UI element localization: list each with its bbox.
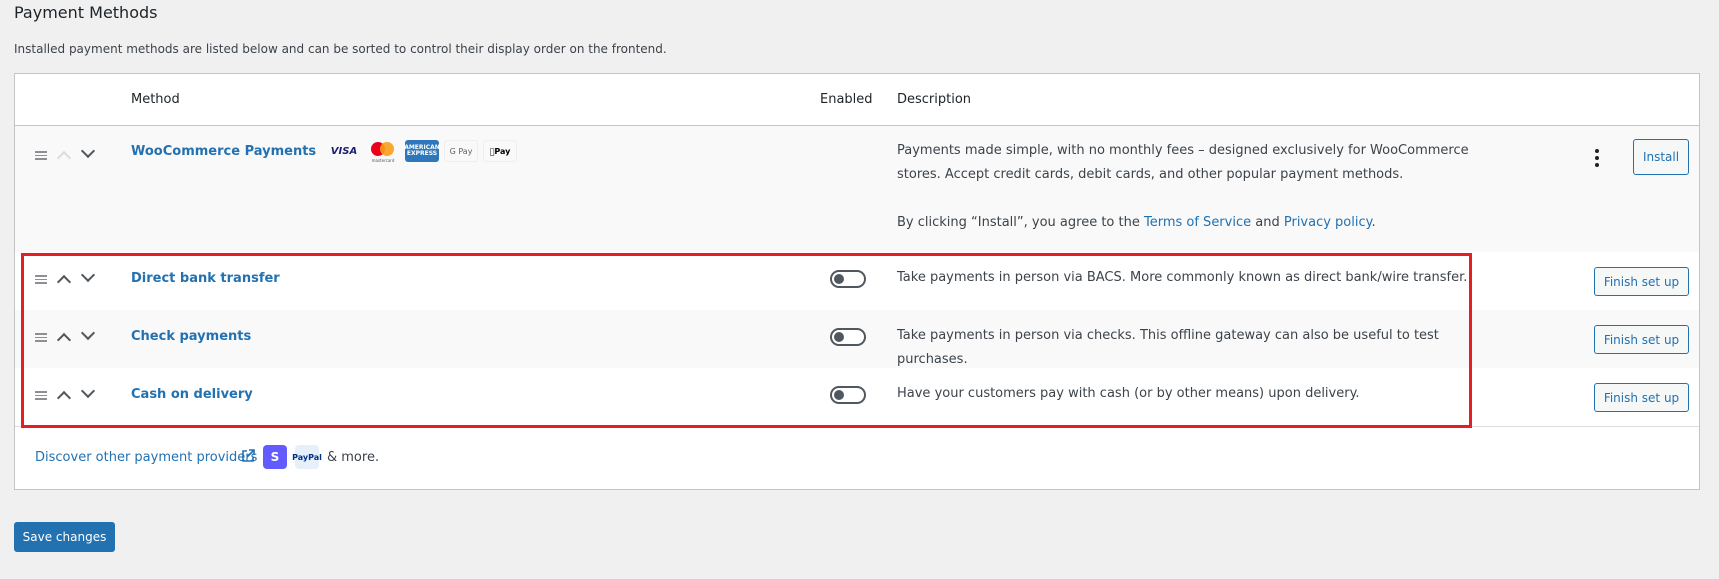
move-down-icon[interactable] bbox=[80, 325, 96, 341]
method-description: Take payments in person via checks. This… bbox=[897, 328, 1439, 367]
method-link-cash-on-delivery[interactable]: Cash on delivery bbox=[131, 387, 253, 402]
move-up-icon[interactable] bbox=[56, 390, 72, 406]
more-options-icon[interactable] bbox=[1595, 149, 1599, 170]
terms-of-service-link[interactable]: Terms of Service bbox=[1144, 215, 1251, 230]
agree-prefix: By clicking “Install”, you agree to the bbox=[897, 215, 1140, 230]
stripe-icon: S bbox=[263, 445, 287, 469]
drag-handle-icon[interactable] bbox=[35, 149, 47, 162]
drag-handle-icon[interactable] bbox=[35, 273, 47, 286]
finish-set-up-button[interactable]: Finish set up bbox=[1594, 383, 1689, 412]
external-link-icon[interactable] bbox=[241, 449, 255, 463]
paypal-icon: PayPal bbox=[292, 445, 322, 469]
payment-methods-page: Payment Methods Installed payment method… bbox=[0, 0, 1719, 579]
drag-handle-icon[interactable] bbox=[35, 389, 47, 402]
method-link-woocommerce-payments[interactable]: WooCommerce Payments bbox=[131, 144, 316, 159]
enable-toggle[interactable] bbox=[830, 328, 866, 346]
column-header-enabled: Enabled bbox=[820, 92, 873, 107]
table-row-woocommerce-payments: WooCommerce Payments VISA mastercard AME… bbox=[15, 126, 1699, 252]
agree-and: and bbox=[1255, 215, 1280, 230]
apple-pay-logo: Pay bbox=[483, 140, 517, 162]
mastercard-logo: mastercard bbox=[366, 140, 400, 163]
method-description: Payments made simple, with no monthly fe… bbox=[897, 139, 1497, 235]
move-down-icon[interactable] bbox=[80, 143, 96, 159]
page-title: Payment Methods bbox=[14, 3, 158, 22]
move-down-icon[interactable] bbox=[80, 383, 96, 399]
section-description: Installed payment methods are listed bel… bbox=[14, 42, 667, 56]
finish-set-up-button[interactable]: Finish set up bbox=[1594, 325, 1689, 354]
method-description: Have your customers pay with cash (or by… bbox=[897, 386, 1360, 401]
table-footer: Discover other payment providers S PayPa… bbox=[15, 426, 1699, 491]
save-changes-button[interactable]: Save changes bbox=[14, 522, 115, 552]
table-header: Method Enabled Description bbox=[15, 74, 1699, 126]
enable-toggle[interactable] bbox=[830, 386, 866, 404]
move-up-icon[interactable] bbox=[56, 332, 72, 348]
column-header-method: Method bbox=[131, 92, 180, 107]
privacy-policy-link[interactable]: Privacy policy bbox=[1284, 215, 1372, 230]
drag-handle-icon[interactable] bbox=[35, 331, 47, 344]
column-header-description: Description bbox=[897, 92, 972, 107]
move-up-icon bbox=[56, 150, 72, 166]
table-row-direct-bank-transfer: Direct bank transfer Take payments in pe… bbox=[15, 252, 1699, 310]
discover-providers-link[interactable]: Discover other payment providers bbox=[35, 450, 257, 465]
move-up-icon[interactable] bbox=[56, 274, 72, 290]
card-logos: VISA mastercard AMERICAN EXPRESS G Pay … bbox=[327, 140, 517, 163]
mastercard-logo-text: mastercard bbox=[371, 158, 395, 163]
table-row-cash-on-delivery: Cash on delivery Have your customers pay… bbox=[15, 368, 1699, 426]
move-down-icon[interactable] bbox=[80, 267, 96, 283]
description-text: Payments made simple, with no monthly fe… bbox=[897, 143, 1469, 182]
amex-logo: AMERICAN EXPRESS bbox=[404, 140, 440, 162]
install-button[interactable]: Install bbox=[1633, 139, 1689, 175]
payment-methods-table: Method Enabled Description WooCommerce P… bbox=[14, 73, 1700, 490]
more-providers-text: & more. bbox=[327, 450, 380, 465]
agree-suffix: . bbox=[1371, 215, 1376, 230]
enable-toggle[interactable] bbox=[830, 270, 866, 288]
visa-logo: VISA bbox=[330, 145, 358, 157]
install-agreement: By clicking “Install”, you agree to the … bbox=[897, 211, 1497, 235]
method-link-check-payments[interactable]: Check payments bbox=[131, 329, 251, 344]
finish-set-up-button[interactable]: Finish set up bbox=[1594, 267, 1689, 296]
method-description: Take payments in person via BACS. More c… bbox=[897, 270, 1468, 285]
table-row-check-payments: Check payments Take payments in person v… bbox=[15, 310, 1699, 368]
method-link-direct-bank-transfer[interactable]: Direct bank transfer bbox=[131, 271, 280, 286]
google-pay-logo: G Pay bbox=[444, 140, 478, 162]
